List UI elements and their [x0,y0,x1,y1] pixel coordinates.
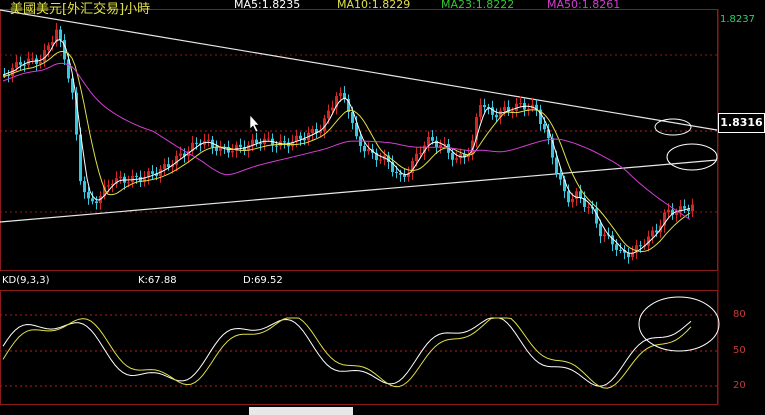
candle-body [135,175,138,177]
candle-body [479,105,482,117]
kd-tick-50: 50 [733,345,746,356]
candle-body [255,139,258,144]
kd-tick-20: 20 [733,380,746,391]
candle-body [163,164,166,170]
candle-body [619,249,622,251]
candlesticks [3,22,694,264]
ma50-line [2,62,691,220]
upper-trendline [0,9,718,131]
candle-body [655,230,658,233]
candle-body [31,58,34,60]
kd-tick-80: 80 [733,309,746,320]
ma10-line [2,50,691,253]
d-value: D:69.52 [243,275,283,286]
candle-body [691,204,694,212]
candle-body [519,103,522,105]
ma23-label: MA23:1.8222 [441,0,515,11]
candle-body [151,171,154,174]
candle-body [419,153,422,155]
candle-body [267,138,270,140]
candle-body [615,244,618,250]
annotation-ellipse-1 [654,118,692,136]
candle-body [275,145,278,147]
candle-body [363,145,366,152]
candle-body [339,93,342,97]
candle-body [239,144,242,148]
candle-body [555,157,558,174]
candle-body [427,137,430,146]
annotation-ellipse-2 [666,143,718,171]
candle-body [107,185,110,187]
cursor-icon [249,114,260,133]
ma10-label: MA10:1.8229 [337,0,411,11]
candle-body [215,147,218,151]
chart-title: 美國美元[外汇交易]小時 [10,2,151,17]
candle-body [379,159,382,161]
candle-body [587,206,590,208]
candle-body [579,191,582,199]
candle-body [455,158,458,160]
candle-body [495,114,498,118]
candle-body [331,107,334,111]
kd-lines [2,317,692,389]
candle-body [15,62,18,68]
price-chart [0,0,720,405]
candle-body [327,110,330,119]
candle-body [127,182,130,184]
candle-body [683,206,686,209]
candle-body [231,150,234,153]
scrollbar-thumb[interactable] [249,407,353,415]
candle-body [639,245,642,247]
top-price-label: 1.8237 [720,14,755,25]
candle-body [599,223,602,237]
candle-body [395,171,398,173]
lower-trendline [0,159,718,223]
candle-body [195,142,198,144]
ma5-label: MA5:1.8235 [234,0,301,11]
candle-body [431,137,434,141]
candle-body [311,129,314,133]
candle-body [207,139,210,141]
k-value: K:67.88 [138,275,177,286]
candle-body [259,143,262,145]
candle-body [571,198,574,203]
candle-body [47,45,50,51]
candle-body [415,153,418,162]
kd-label: KD(9,3,3) [2,275,50,286]
candle-body [667,209,670,213]
candle-body [43,50,46,62]
k-line [2,317,692,387]
candle-body [367,149,370,152]
candle-body [83,181,86,193]
candle-body [59,29,62,41]
candle-body [91,198,94,202]
candle-body [119,176,122,179]
candle-body [451,152,454,160]
candle-body [251,139,254,146]
candle-body [87,192,90,199]
candle-body [567,191,570,203]
current-price-box: 1.8316 [718,113,765,133]
candle-body [483,105,486,108]
ma50-label: MA50:1.8261 [547,0,621,11]
candle-body [603,234,606,237]
candle-body [299,135,302,139]
candle-body [19,62,22,65]
candle-body [179,153,182,156]
annotation-ellipse-3 [638,296,720,352]
candle-body [503,107,506,111]
candle-body [283,141,286,143]
candle-body [559,173,562,180]
candle-body [167,164,170,167]
candle-body [95,201,98,204]
candle-body [543,123,546,130]
ma5-line [2,39,691,254]
candle-body [651,230,654,237]
moving-averages [2,39,691,254]
